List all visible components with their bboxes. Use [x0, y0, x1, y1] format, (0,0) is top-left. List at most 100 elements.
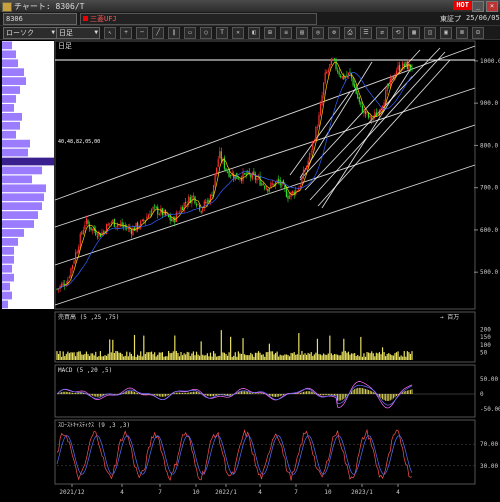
minimize-icon[interactable]: _	[472, 1, 484, 12]
app-icon	[2, 2, 12, 12]
chart-type-select[interactable]: ローソク ▼	[3, 27, 57, 39]
tool-button-11[interactable]: ⊞	[264, 27, 276, 39]
price-panel-label: 日足	[58, 42, 72, 50]
candle-body	[264, 186, 266, 189]
tool-button-18[interactable]: ⇄	[376, 27, 388, 39]
x-tick-label: 4	[120, 489, 124, 496]
candle-body	[347, 72, 350, 76]
candle-body	[323, 82, 325, 96]
candle-body	[220, 151, 222, 161]
tool-button-12[interactable]: ≡	[280, 27, 292, 39]
tool-button-5[interactable]: ∥	[168, 27, 180, 39]
candle-body	[202, 208, 204, 212]
candle-body	[211, 194, 213, 197]
candle-body	[335, 59, 337, 70]
code-input[interactable]: 8306	[3, 13, 77, 25]
tool-button-14[interactable]: ◎	[312, 27, 324, 39]
candle-body	[299, 185, 301, 188]
tool-button-3[interactable]: ─	[136, 27, 148, 39]
candle-body	[309, 152, 311, 161]
candle-body	[267, 188, 269, 192]
tool-button-24[interactable]: ⊡	[472, 27, 484, 39]
tool-button-1[interactable]: ↖	[104, 27, 116, 39]
tool-button-16[interactable]: ⎙	[344, 27, 356, 39]
hot-badge[interactable]: HOT	[453, 1, 472, 10]
candle-body	[166, 213, 168, 215]
candle-body	[315, 126, 317, 141]
profile-bar	[2, 50, 16, 59]
candle-body	[226, 171, 229, 173]
candle-body	[185, 202, 187, 204]
candle-body	[70, 268, 72, 278]
candle-body	[200, 210, 202, 213]
macd-ytick-label: 0	[480, 391, 484, 398]
candle-body	[90, 227, 92, 231]
tool-button-8[interactable]: T	[216, 27, 228, 39]
candle-body	[288, 195, 291, 199]
tool-button-10[interactable]: ◧	[248, 27, 260, 39]
chevron-down-icon: ▼	[51, 29, 55, 36]
date-label: 25/06/05	[466, 14, 500, 22]
candle-body	[375, 112, 377, 117]
price-ytick-label: 700.0	[480, 185, 498, 192]
tool-button-19[interactable]: ⟲	[392, 27, 404, 39]
candle-body	[330, 58, 332, 66]
tool-button-7[interactable]: ○	[200, 27, 212, 39]
candle-body	[205, 202, 207, 204]
profile-bar	[2, 148, 28, 157]
candle-body	[361, 105, 363, 114]
candle-body	[386, 85, 388, 92]
tool-button-17[interactable]: ☰	[360, 27, 372, 39]
tool-button-13[interactable]: ▤	[296, 27, 308, 39]
candle-body	[360, 101, 362, 105]
candle-body	[107, 223, 109, 226]
candle-body	[392, 75, 394, 79]
volume-ytick-label: 150	[480, 334, 491, 341]
candle-body	[318, 114, 320, 127]
candle-body	[155, 206, 157, 208]
tool-button-22[interactable]: ▣	[440, 27, 452, 39]
candle-body	[115, 226, 117, 228]
tool-button-23[interactable]: ⊠	[456, 27, 468, 39]
tool-button-4[interactable]: ╱	[152, 27, 164, 39]
x-tick-label: 2021/12	[59, 489, 85, 496]
macd-ytick-label: -50.00	[480, 406, 500, 413]
profile-bar	[2, 300, 8, 309]
candle-body	[78, 247, 80, 252]
period-value: 日足	[59, 29, 73, 37]
issue-name-field[interactable]: 三菱UFJ	[80, 13, 317, 25]
candle-body	[195, 204, 198, 206]
candle-body	[116, 224, 119, 227]
window-title: チャート: 8306/T	[14, 2, 85, 11]
candle-body	[265, 187, 267, 190]
chart-type-value: ローソク	[6, 29, 34, 37]
candle-body	[141, 219, 143, 222]
profile-bar	[2, 238, 18, 246]
tool-button-9[interactable]: ✕	[232, 27, 244, 39]
chart-area[interactable]: 日足 売買高 (5 ,25 ,75) → 百万 MACD (5 ,20 ,5) …	[0, 40, 500, 498]
x-tick-label: 2023/1	[351, 489, 373, 496]
profile-bar	[2, 273, 14, 282]
tool-button-21[interactable]: ◫	[424, 27, 436, 39]
flag-icon	[83, 16, 88, 21]
tool-button-2[interactable]: +	[120, 27, 132, 39]
x-tick-label: 7	[294, 489, 298, 496]
period-select[interactable]: 日足 ▼	[56, 27, 100, 39]
tool-button-6[interactable]: ▭	[184, 27, 196, 39]
chart-svg: 日足 売買高 (5 ,25 ,75) → 百万 MACD (5 ,20 ,5) …	[0, 40, 500, 498]
volume-ytick-label: 200	[480, 327, 491, 334]
tool-button-15[interactable]: ⚙	[328, 27, 340, 39]
candle-body	[243, 173, 246, 175]
stoch-ytick-label: 70.00	[480, 441, 498, 448]
window-controls: _ ×	[472, 1, 498, 12]
tool-button-20[interactable]: ▦	[408, 27, 420, 39]
candle-body	[239, 178, 241, 180]
candle-body	[180, 207, 182, 213]
candle-body	[341, 76, 343, 79]
candle-body	[87, 220, 89, 224]
close-icon[interactable]: ×	[486, 1, 498, 12]
candle-body	[278, 179, 280, 182]
candle-body	[126, 228, 128, 230]
candle-body	[84, 224, 86, 230]
candle-body	[391, 76, 393, 81]
